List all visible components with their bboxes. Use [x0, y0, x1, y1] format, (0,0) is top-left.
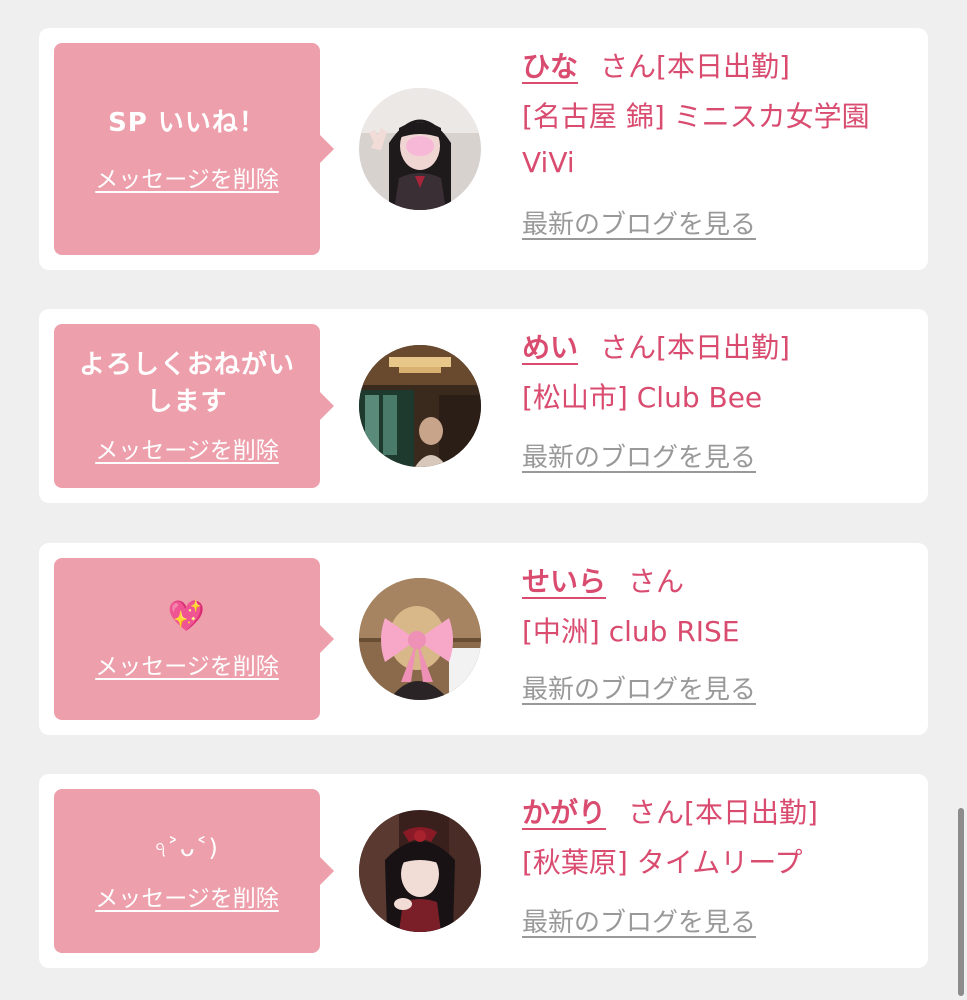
latest-blog-link[interactable]: 最新のブログを見る	[522, 669, 756, 706]
delete-message-link[interactable]: メッセージを削除	[95, 647, 279, 681]
profile-name-link[interactable]: めい	[522, 331, 578, 364]
message-text: ঀ˃ᴗ˂)	[155, 833, 219, 862]
delete-message-link[interactable]: メッセージを削除	[95, 431, 279, 465]
avatar[interactable]	[359, 88, 481, 210]
delete-message-link[interactable]: メッセージを削除	[95, 160, 279, 194]
shop-name: [名古屋 錦] ミニスカ女学園ViVi	[522, 100, 870, 179]
message-card: 💖 メッセージを削除 せいら さん [中洲] club RISE 最新のブログを…	[39, 543, 928, 735]
name-line: めい さん[本日出勤]	[522, 327, 922, 369]
shop-name: [松山市] Club Bee	[522, 381, 763, 414]
status-text: [本日出勤]	[684, 796, 818, 829]
avatar[interactable]	[359, 578, 481, 700]
shop-name: [秋葉原] タイムリープ	[522, 846, 803, 879]
message-text: よろしくおねがいします	[78, 350, 295, 417]
profile-name-link[interactable]: かがり	[522, 796, 606, 829]
profile-info: めい さん[本日出勤] [松山市] Club Bee 最新のブログを見る	[522, 327, 922, 474]
avatar-photo	[359, 345, 481, 467]
name-line: ひな さん[本日出勤]	[522, 46, 922, 88]
avatar-photo	[359, 88, 481, 210]
name-line: かがり さん[本日出勤]	[522, 792, 922, 834]
profile-info: ひな さん[本日出勤] [名古屋 錦] ミニスカ女学園ViVi 最新のブログを見る	[522, 46, 922, 241]
avatar[interactable]	[359, 345, 481, 467]
message-bubble: ঀ˃ᴗ˂) メッセージを削除	[54, 789, 334, 953]
message-bubble: SP いいね！ メッセージを削除	[54, 43, 334, 255]
latest-blog-link[interactable]: 最新のブログを見る	[522, 437, 756, 474]
message-bubble: よろしくおねがいします メッセージを削除	[54, 324, 334, 488]
message-card: よろしくおねがいします メッセージを削除 めい さん[本日出勤] [松山市] Cl…	[39, 309, 928, 503]
delete-message-link[interactable]: メッセージを削除	[95, 879, 279, 913]
profile-info: かがり さん[本日出勤] [秋葉原] タイムリープ 最新のブログを見る	[522, 792, 922, 939]
message-bubble: 💖 メッセージを削除	[54, 558, 334, 720]
profile-info: せいら さん [中洲] club RISE 最新のブログを見る	[522, 561, 922, 706]
honorific: さん	[628, 796, 685, 829]
avatar-photo	[359, 578, 481, 700]
shop-name: [中洲] club RISE	[522, 615, 740, 648]
scrollbar[interactable]	[958, 808, 964, 996]
message-list: SP いいね！ メッセージを削除 ひな さん[本日出勤] [名古屋 錦] ミニスカ…	[0, 0, 967, 1000]
message-text: 💖	[167, 598, 207, 634]
honorific: さん	[628, 565, 685, 598]
avatar[interactable]	[359, 810, 481, 932]
status-text: [本日出勤]	[656, 331, 790, 364]
name-line: せいら さん	[522, 561, 922, 603]
honorific: さん	[600, 50, 657, 83]
message-card: ঀ˃ᴗ˂) メッセージを削除 かがりさん[本日出勤] [秋葉原] タイムリープ	[39, 774, 928, 968]
latest-blog-link[interactable]: 最新のブログを見る	[522, 902, 756, 939]
message-card: SP いいね！ メッセージを削除 ひな さん[本日出勤] [名古屋 錦] ミニスカ…	[39, 28, 928, 270]
avatar-photo	[359, 810, 481, 932]
message-text: SP いいね！	[108, 107, 266, 138]
profile-name-link[interactable]: ひな	[522, 50, 578, 83]
honorific: さん	[600, 331, 657, 364]
profile-name-link[interactable]: せいら	[522, 565, 606, 598]
status-text: [本日出勤]	[656, 50, 790, 83]
latest-blog-link[interactable]: 最新のブログを見る	[522, 204, 756, 241]
